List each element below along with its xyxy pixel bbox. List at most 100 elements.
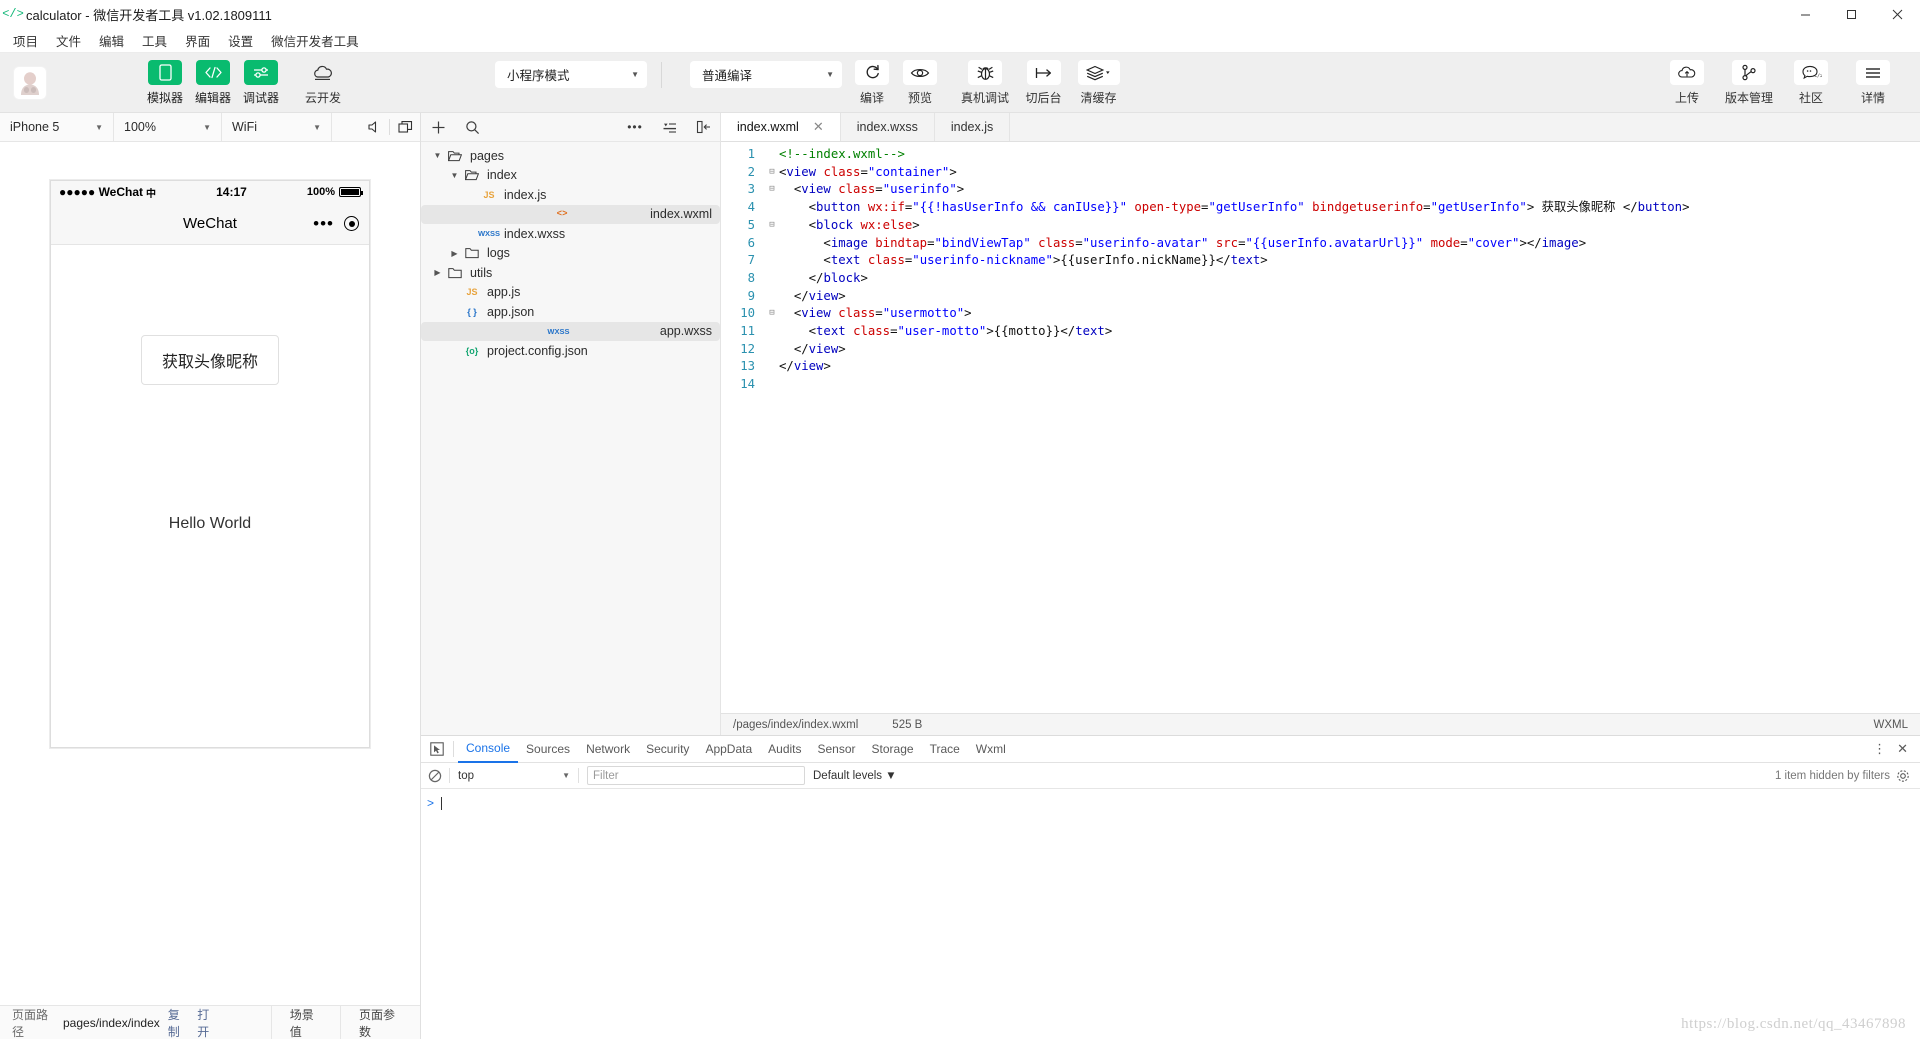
chevron-down-icon: ▼ [562, 771, 570, 780]
editor-tab-label: index.wxss [857, 120, 918, 134]
page-params-button[interactable]: 页面参数 [340, 1006, 420, 1039]
file-tree-item[interactable]: {o}project.config.json [421, 341, 720, 361]
panel-toggle-icon[interactable] [686, 120, 720, 134]
screenshot-icon[interactable] [390, 120, 420, 134]
toolbar-clearcache-button[interactable]: 清缓存 [1071, 60, 1126, 106]
devtools-tab[interactable]: Sources [518, 736, 578, 763]
code-fold-icon[interactable]: ⊟ [765, 164, 779, 182]
toolbar-detail-label: 详情 [1861, 89, 1885, 106]
target-icon[interactable] [344, 216, 359, 231]
more-icon[interactable]: ••• [618, 120, 652, 134]
devtools-tab[interactable]: Console [458, 736, 518, 763]
console-levels-select[interactable]: Default levels ▼ [813, 770, 897, 782]
console-context-select[interactable]: top ▼ [450, 770, 578, 782]
close-icon[interactable]: ✕ [1897, 741, 1920, 757]
toolbar-upload-button[interactable]: 上传 [1656, 60, 1718, 106]
toolbar-editor-button[interactable]: 编辑器 [189, 60, 237, 106]
chevron-down-icon: ▼ [203, 123, 211, 132]
editor-tab[interactable]: index.wxss [841, 113, 935, 141]
menu-item-5[interactable]: 设置 [219, 28, 262, 53]
toolbar-simulator-button[interactable]: 模拟器 [141, 60, 189, 106]
toolbar-detail-button[interactable]: 详情 [1842, 60, 1904, 106]
clear-console-icon[interactable] [421, 769, 449, 783]
toolbar-background-button[interactable]: 切后台 [1016, 60, 1071, 106]
toolbar-debugger-button[interactable]: 调试器 [237, 60, 285, 106]
menu-item-3[interactable]: 工具 [133, 28, 176, 53]
vertical-dots-icon[interactable]: ⋮ [1863, 741, 1897, 757]
toolbar-cloud-button[interactable]: 云开发 [299, 60, 347, 106]
minimize-button[interactable] [1782, 0, 1828, 28]
toolbar-compile-button[interactable]: 编译 [848, 60, 896, 106]
devtools-tab[interactable]: AppData [697, 736, 760, 763]
file-tree-panel: ••• [421, 113, 721, 735]
file-tree-item[interactable]: { }app.json [421, 302, 720, 322]
code-fold-gutter [765, 376, 779, 394]
chevron-down-icon[interactable]: ▼ [448, 171, 461, 180]
devtools-tab[interactable]: Audits [760, 736, 809, 763]
toolbar-device-debug-button[interactable]: 真机调试 [954, 60, 1016, 106]
editor-tab[interactable]: index.wxml✕ [721, 113, 841, 141]
file-tree-item[interactable]: WXSSapp.wxss [421, 322, 720, 342]
get-userinfo-button[interactable]: 获取头像昵称 [141, 335, 279, 385]
chevron-right-icon[interactable]: ▶ [431, 268, 444, 277]
menu-item-6[interactable]: 微信开发者工具 [262, 28, 368, 53]
maximize-button[interactable] [1828, 0, 1874, 28]
file-tree-item[interactable]: ▶logs [421, 244, 720, 264]
editor-tab[interactable]: index.js [935, 113, 1010, 141]
mode-select[interactable]: 小程序模式 ▼ [495, 61, 647, 88]
devtools-tab[interactable]: Sensor [810, 736, 864, 763]
devtools-tab[interactable]: Wxml [968, 736, 1014, 763]
file-tree-item[interactable]: JSindex.js [421, 185, 720, 205]
open-path-link[interactable]: 打开 [197, 1006, 219, 1039]
zoom-select[interactable]: 100% ▼ [114, 113, 222, 141]
menu-item-0[interactable]: 项目 [4, 28, 47, 53]
menu-item-2[interactable]: 编辑 [90, 28, 133, 53]
devtools-tab[interactable]: Network [578, 736, 638, 763]
file-tree-item[interactable]: ▼pages [421, 146, 720, 166]
inspect-icon[interactable] [421, 742, 453, 756]
console-filter-input[interactable]: Filter [587, 766, 805, 785]
gear-icon[interactable] [1896, 769, 1920, 783]
code-fold-icon[interactable]: ⊟ [765, 305, 779, 323]
devtools-tab[interactable]: Storage [864, 736, 922, 763]
code-fold-icon[interactable]: ⊟ [765, 181, 779, 199]
file-tree-item[interactable]: <>index.wxml [421, 205, 720, 225]
bug-icon [968, 60, 1002, 85]
compile-select[interactable]: 普通编译 ▼ [690, 61, 842, 88]
code-content[interactable]: 1<!--index.wxml-->2⊟<view class="contain… [721, 142, 1920, 713]
file-tree-item[interactable]: WXSSindex.wxss [421, 224, 720, 244]
file-tree-item[interactable]: ▶utils [421, 263, 720, 283]
editor-language: WXML [1874, 719, 1909, 731]
menu-item-1[interactable]: 文件 [47, 28, 90, 53]
code-line-number: 3 [721, 181, 765, 199]
toolbar-preview-button[interactable]: 预览 [896, 60, 944, 106]
close-button[interactable] [1874, 0, 1920, 28]
chevron-down-icon[interactable]: ▼ [431, 151, 444, 160]
console-output-area[interactable]: > https://blog.csdn.net/qq_43467898 [421, 789, 1920, 1039]
menu-item-4[interactable]: 界面 [176, 28, 219, 53]
toolbar-community-button[interactable]: </> 社区 [1780, 60, 1842, 106]
editor-tab-close-icon[interactable]: ✕ [813, 119, 824, 135]
console-prompt-row[interactable]: > [421, 793, 1920, 813]
devtools-tab[interactable]: Trace [922, 736, 968, 763]
code-fold-icon[interactable]: ⊟ [765, 217, 779, 235]
file-tree-item[interactable]: JSapp.js [421, 283, 720, 303]
file-tree-item[interactable]: ▼index [421, 166, 720, 186]
network-select[interactable]: WiFi ▼ [222, 113, 332, 141]
toolbar-version-button[interactable]: 版本管理 [1718, 60, 1780, 106]
code-line-number: 11 [721, 323, 765, 341]
copy-path-link[interactable]: 复制 [168, 1006, 190, 1039]
chevron-right-icon[interactable]: ▶ [448, 249, 461, 258]
more-icon[interactable]: ••• [313, 215, 334, 232]
search-icon[interactable] [455, 120, 489, 135]
volume-icon[interactable] [359, 120, 389, 134]
devtools-tab[interactable]: Security [638, 736, 697, 763]
add-icon[interactable] [421, 120, 455, 135]
toolbar-device-debug-label: 真机调试 [961, 89, 1009, 106]
scene-value-button[interactable]: 场景值 [271, 1006, 340, 1039]
console-context-value: top [458, 770, 474, 782]
device-select[interactable]: iPhone 5 ▼ [0, 113, 114, 141]
collapse-icon[interactable] [652, 121, 686, 134]
avatar[interactable] [13, 66, 47, 100]
code-line: 11 <text class="user-motto">{{motto}}</t… [721, 323, 1920, 341]
